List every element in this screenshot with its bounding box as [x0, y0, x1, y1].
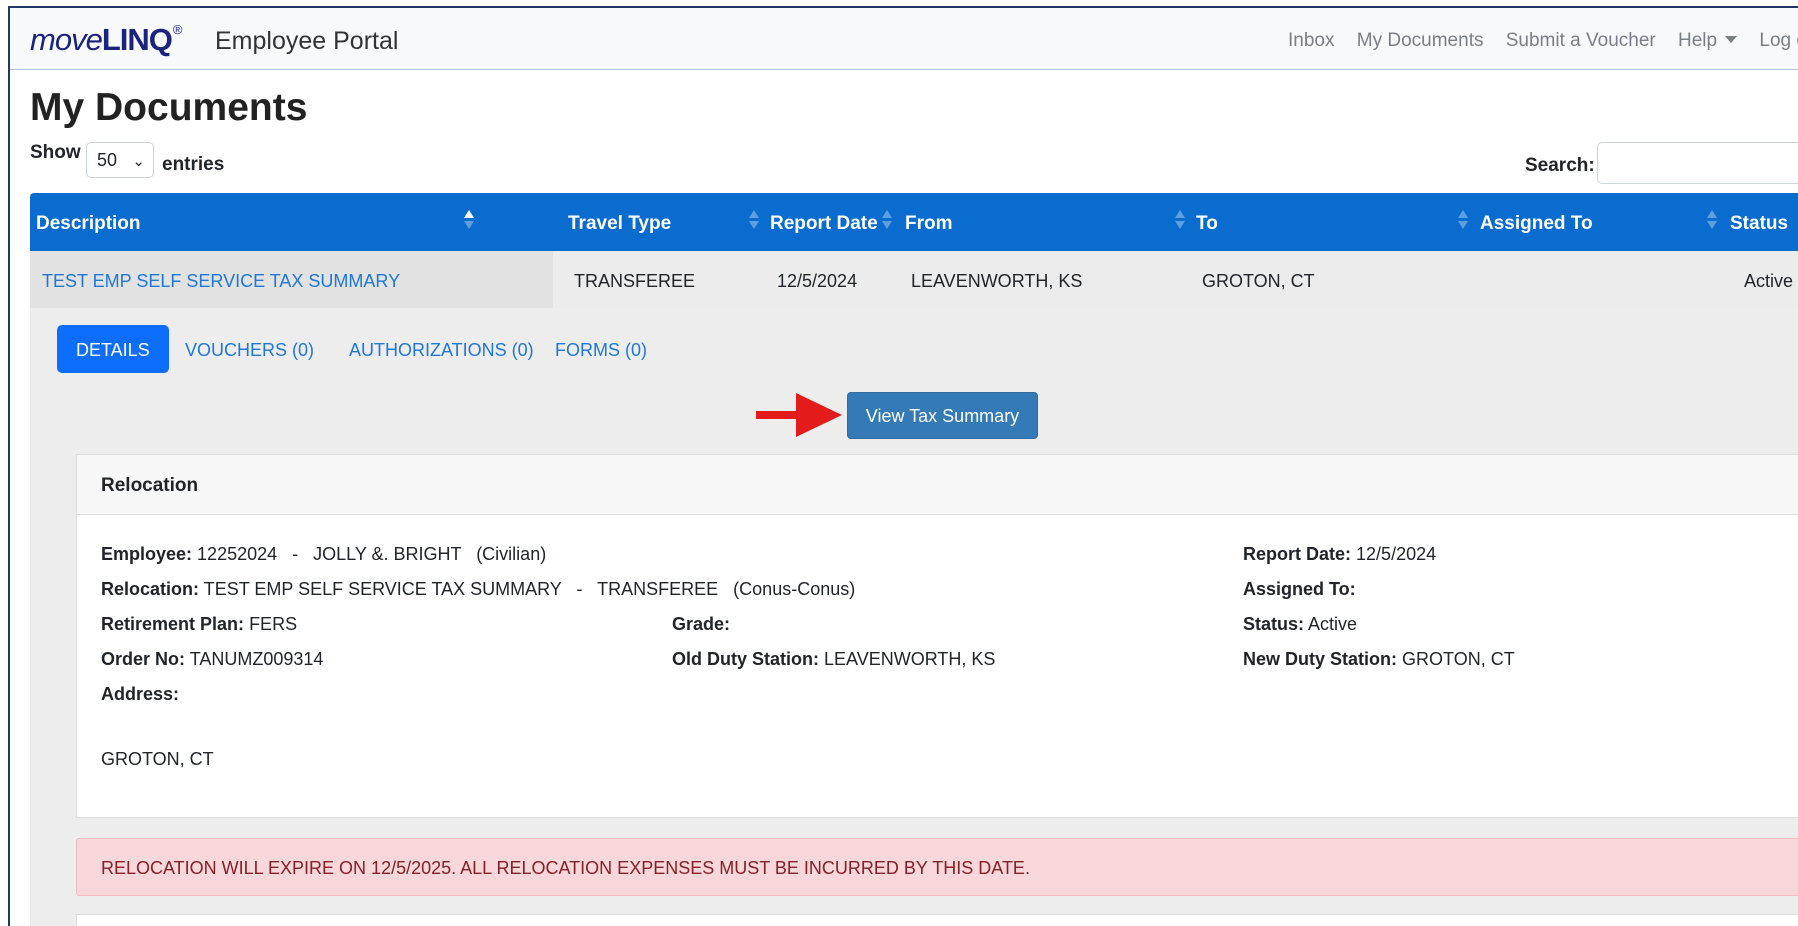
expiration-alert-text: RELOCATION WILL EXPIRE ON 12/5/2025. ALL… [101, 858, 1030, 878]
tab-forms[interactable]: FORMS (0) [555, 325, 647, 373]
new-duty-station-value: GROTON, CT [1402, 649, 1515, 669]
th-assigned-to[interactable]: Assigned To [1480, 213, 1593, 235]
report-date-value: 12/5/2024 [1356, 544, 1437, 564]
report-date-label: Report Date: [1243, 544, 1352, 564]
view-tax-summary-button[interactable]: View Tax Summary [847, 392, 1038, 439]
retirement-plan-value: FERS [249, 614, 298, 634]
sort-icon[interactable] [882, 210, 892, 232]
entries-label: entries [162, 154, 225, 175]
sort-icon[interactable] [1707, 210, 1717, 232]
nav-log-out[interactable]: Log o [1759, 30, 1798, 51]
entries-select-value: 50 [97, 150, 118, 170]
next-card-edge [76, 914, 1798, 926]
relocation-label: Relocation: [101, 579, 200, 599]
old-duty-station-value: LEAVENWORTH, KS [824, 649, 996, 669]
th-travel-type[interactable]: Travel Type [568, 213, 671, 235]
row-travel-type: TRANSFEREE [574, 271, 696, 291]
grade-field: Grade: [672, 614, 730, 635]
row-report-date: 12/5/2024 [777, 271, 858, 291]
nav-help-label: Help [1678, 30, 1718, 51]
portal-title: Employee Portal [215, 27, 399, 55]
nav-submit-voucher[interactable]: Submit a Voucher [1506, 30, 1656, 51]
retirement-plan-field: Retirement Plan: FERS [101, 614, 297, 635]
relocation-value: TEST EMP SELF SERVICE TAX SUMMARY - TRAN… [203, 579, 856, 599]
assigned-to-field: Assigned To: [1243, 579, 1356, 600]
row-from: LEAVENWORTH, KS [911, 271, 1083, 291]
employee-value: 12252024 - JOLLY &. BRIGHT (Civilian) [197, 544, 547, 564]
th-to[interactable]: To [1196, 213, 1218, 235]
old-duty-station-label: Old Duty Station: [672, 649, 819, 669]
relocation-card-header: Relocation [77, 455, 1798, 515]
order-no-label: Order No: [101, 649, 186, 669]
entries-select[interactable]: 50 ⌄ [86, 142, 154, 178]
relocation-title: Relocation [101, 475, 199, 496]
navbar: moveLINQ® Employee Portal Inbox My Docum… [10, 8, 1798, 70]
th-report-date[interactable]: Report Date [770, 213, 878, 235]
address-label: Address: [101, 684, 180, 704]
order-no-field: Order No: TANUMZ009314 [101, 649, 323, 670]
relocation-card: Relocation Employee: 12252024 - JOLLY &.… [76, 454, 1798, 818]
status-label: Status: [1243, 614, 1305, 634]
logo-move-text: move [30, 22, 103, 57]
app-window: moveLINQ® Employee Portal Inbox My Docum… [8, 6, 1798, 926]
red-arrow-icon [756, 393, 842, 437]
moveLINQ-logo[interactable]: moveLINQ® [30, 22, 183, 58]
address-field: Address: [101, 684, 179, 705]
tab-authorizations[interactable]: AUTHORIZATIONS (0) [349, 325, 534, 373]
th-from[interactable]: From [905, 213, 953, 235]
report-date-field: Report Date: 12/5/2024 [1243, 544, 1436, 565]
logo-linq-text: LINQ [101, 22, 173, 57]
table-header: Description Travel Type Report Date From… [30, 193, 1798, 251]
row-status: Active [1744, 271, 1794, 291]
address-value: GROTON, CT [101, 749, 214, 769]
expiration-alert: RELOCATION WILL EXPIRE ON 12/5/2025. ALL… [76, 838, 1798, 896]
status-field: Status: Active [1243, 614, 1357, 635]
caret-down-icon [1725, 36, 1738, 43]
search-label: Search: [1525, 155, 1595, 176]
show-label: Show [30, 142, 81, 163]
order-no-value: TANUMZ009314 [189, 649, 324, 669]
row-detail-panel: DETAILS VOUCHERS (0) AUTHORIZATIONS (0) … [30, 308, 1798, 926]
row-description-link[interactable]: TEST EMP SELF SERVICE TAX SUMMARY [42, 271, 400, 292]
retirement-plan-label: Retirement Plan: [101, 614, 245, 634]
nav-help[interactable]: Help [1678, 30, 1738, 51]
old-duty-station-field: Old Duty Station: LEAVENWORTH, KS [672, 649, 995, 670]
sort-icon[interactable] [1175, 210, 1185, 232]
relocation-field: Relocation: TEST EMP SELF SERVICE TAX SU… [101, 579, 855, 600]
sort-icon[interactable] [1458, 210, 1468, 232]
search-input[interactable] [1597, 142, 1798, 184]
assigned-to-label: Assigned To: [1243, 579, 1356, 599]
chevron-down-icon: ⌄ [132, 153, 145, 170]
th-description[interactable]: Description [36, 213, 141, 235]
tab-details[interactable]: DETAILS [57, 325, 169, 373]
nav-my-documents[interactable]: My Documents [1357, 30, 1484, 51]
page-title: My Documents [30, 86, 308, 129]
status-value: Active [1308, 614, 1358, 634]
row-to: GROTON, CT [1202, 271, 1315, 291]
table-row[interactable]: TEST EMP SELF SERVICE TAX SUMMARY TRANSF… [30, 251, 1798, 309]
nav-links: Inbox My Documents Submit a Voucher Help… [1288, 30, 1798, 52]
sort-icon[interactable] [749, 210, 759, 232]
logo-registered-mark: ® [172, 22, 183, 37]
th-status[interactable]: Status [1730, 213, 1788, 235]
employee-field: Employee: 12252024 - JOLLY &. BRIGHT (Ci… [101, 544, 546, 565]
tab-vouchers[interactable]: VOUCHERS (0) [185, 325, 314, 373]
sort-asc-icon[interactable] [464, 210, 474, 232]
new-duty-station-field: New Duty Station: GROTON, CT [1243, 649, 1515, 670]
nav-inbox[interactable]: Inbox [1288, 30, 1334, 51]
employee-label: Employee: [101, 544, 193, 564]
new-duty-station-label: New Duty Station: [1243, 649, 1398, 669]
grade-label: Grade: [672, 614, 731, 634]
